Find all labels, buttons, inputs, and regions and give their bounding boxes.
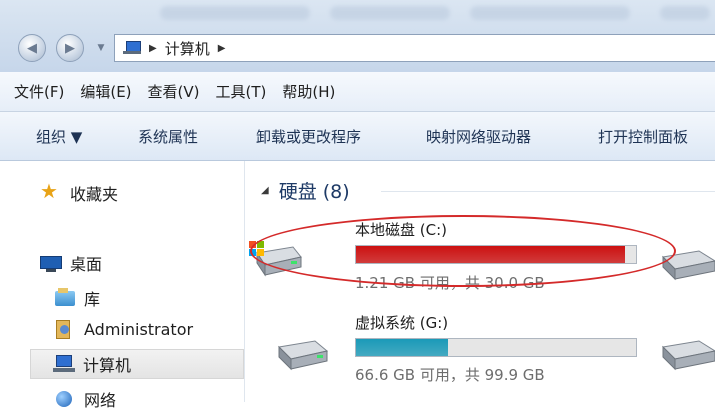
nav-libraries[interactable]: 库 [54,286,100,310]
user-folder-icon [54,319,76,339]
menu-tools[interactable]: 工具(T) [216,81,267,102]
nav-user-folder[interactable]: Administrator [54,319,193,339]
recent-pages-dropdown[interactable]: ▼ [94,41,108,55]
nav-computer-label: 计算机 [83,356,132,375]
highlight-ellipse [250,215,676,287]
breadcrumb-arrow-icon[interactable]: ▶ [218,43,226,54]
nav-favorites-label: 收藏夹 [70,185,119,204]
uninstall-program-button[interactable]: 卸载或更改程序 [256,126,361,147]
hard-drive-icon [277,340,329,371]
breadcrumb-arrow-icon[interactable]: ▶ [149,43,157,54]
content-pane: ◢ 硬盘 (8) 本地磁盘 (C:) 1.21 GB 可用，共 30.0 GB [245,161,715,402]
collapse-caret-icon[interactable]: ◢ [261,185,269,196]
menu-view[interactable]: 查看(V) [148,81,200,102]
network-globe-icon [54,389,76,409]
menu-edit[interactable]: 编辑(E) [80,81,131,102]
blurred-region [330,6,450,20]
nav-network[interactable]: 网络 [54,387,116,411]
group-divider [381,191,715,192]
open-control-panel-button[interactable]: 打开控制面板 [598,126,688,147]
nav-desktop-label: 桌面 [70,255,103,274]
menu-bar: 文件(F) 编辑(E) 查看(V) 工具(T) 帮助(H) [0,72,715,112]
blurred-tabs [140,2,715,24]
nav-favorites[interactable]: ★ 收藏夹 [40,179,119,205]
menu-help[interactable]: 帮助(H) [282,81,335,102]
back-button[interactable]: ◀ [18,34,46,62]
drive-g-label: 虚拟系统 (G:) [355,314,449,332]
nav-computer[interactable]: 计算机 [30,349,244,379]
command-bar: 组织 ▼ 系统属性 卸载或更改程序 映射网络驱动器 打开控制面板 [0,112,715,161]
back-arrow-icon: ◀ [27,40,37,56]
forward-button[interactable]: ▶ [56,34,84,62]
drive-g-usage-fill [356,339,449,356]
organize-button[interactable]: 组织 ▼ [36,126,82,147]
nav-network-label: 网络 [84,391,117,410]
nav-user-label: Administrator [84,319,194,339]
library-icon [54,288,76,308]
blurred-region [470,6,630,20]
nav-desktop[interactable]: 桌面 [40,251,102,275]
group-title: 硬盘 (8) [278,181,350,203]
breadcrumb-computer[interactable]: 计算机 [165,38,210,59]
drive-g-usage-bar [355,338,637,357]
drive-g-free-space: 66.6 GB 可用，共 99.9 GB [355,366,545,384]
blurred-region [660,6,710,20]
chevron-down-icon: ▼ [97,43,105,53]
address-bar[interactable]: ▶ 计算机 ▶ [114,34,715,62]
hard-disks-group-header[interactable]: ◢ 硬盘 (8) [261,177,350,204]
computer-icon [53,354,75,374]
blurred-region [160,6,310,20]
map-network-drive-button[interactable]: 映射网络驱动器 [426,126,531,147]
desktop-icon [40,253,62,273]
computer-icon [123,41,141,55]
forward-arrow-icon: ▶ [65,40,75,56]
system-properties-button[interactable]: 系统属性 [138,126,198,147]
menu-file[interactable]: 文件(F) [14,81,64,102]
nav-libraries-label: 库 [84,290,101,309]
hard-drive-icon[interactable] [659,333,715,373]
star-icon: ★ [40,179,58,203]
title-bar: ◀ ▶ ▼ ▶ 计算机 ▶ [0,0,715,73]
navigation-pane: ★ 收藏夹 桌面 库 Administrator 计算机 网络 [0,161,245,410]
